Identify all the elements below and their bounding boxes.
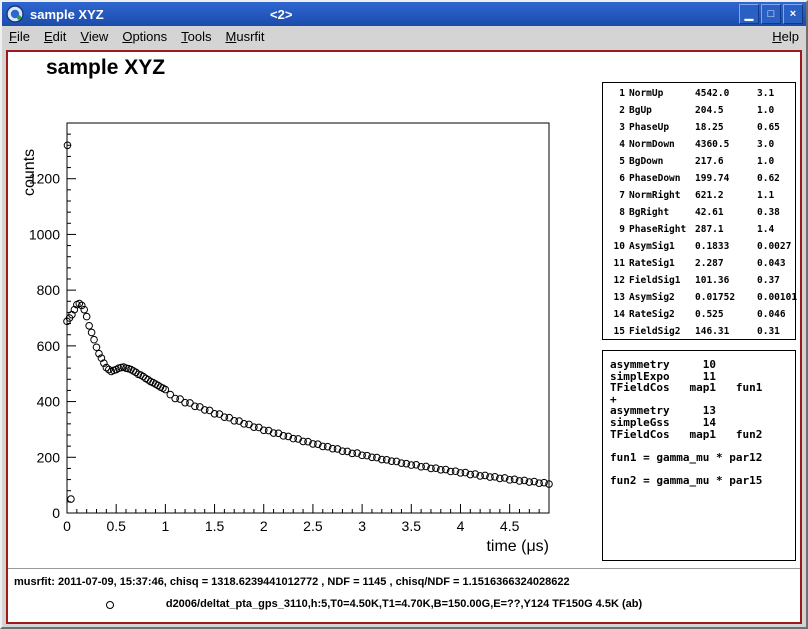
plot-title: sample XYZ	[46, 56, 165, 80]
fit-parameters-pad[interactable]: 1NormUp4542.03.12BgUp204.51.03PhaseUp18.…	[602, 82, 796, 340]
close-button[interactable]: ×	[783, 4, 803, 24]
menu-item-file[interactable]: File	[2, 26, 37, 47]
svg-text:1: 1	[161, 518, 169, 534]
svg-text:600: 600	[37, 338, 61, 354]
param-row: 10AsymSig10.18330.0027	[607, 238, 791, 255]
maximize-button[interactable]: □	[761, 4, 781, 24]
svg-text:0: 0	[63, 518, 71, 534]
svg-text:2: 2	[260, 518, 268, 534]
svg-text:0.5: 0.5	[106, 518, 126, 534]
menu-item-tools[interactable]: Tools	[174, 26, 218, 47]
param-row: 2BgUp204.51.0	[607, 102, 791, 119]
fit-info-pad: musrfit: 2011-07-09, 15:37:46, chisq = 1…	[8, 568, 800, 622]
close-icon: ×	[790, 8, 796, 20]
title-bar[interactable]: sample XYZ <2> ▁ □ ×	[2, 2, 806, 26]
legend: d2006/deltat_pta_gps_3110,h:5,T0=4.50K,T…	[8, 598, 800, 614]
canvas-area: sample XYZ 0 0.5 1 1.5 2 2.5 3 3.5 4 4.5 0 200 400 60…	[2, 47, 806, 627]
plot-frame	[67, 123, 549, 513]
menu-item-help[interactable]: Help	[765, 26, 806, 47]
svg-text:2.5: 2.5	[303, 518, 323, 534]
main-plot[interactable]: 00.511.522.533.544.502004006008001000120…	[8, 104, 568, 564]
svg-text:time (μs): time (μs)	[486, 538, 549, 555]
param-row: 11RateSig12.2870.043	[607, 255, 791, 272]
root-canvas[interactable]: sample XYZ 0 0.5 1 1.5 2 2.5 3 3.5 4 4.5 0 200 400 60…	[6, 50, 802, 624]
svg-text:3.5: 3.5	[402, 518, 422, 534]
param-row: 8BgRight42.610.38	[607, 204, 791, 221]
window-controls: ▁ □ ×	[739, 4, 803, 24]
param-row: 6PhaseDown199.740.62	[607, 170, 791, 187]
svg-text:4.5: 4.5	[500, 518, 520, 534]
fit-status-line: musrfit: 2011-07-09, 15:37:46, chisq = 1…	[8, 569, 800, 588]
param-row: 3PhaseUp18.250.65	[607, 119, 791, 136]
app-icon[interactable]	[6, 5, 24, 23]
svg-text:3: 3	[358, 518, 366, 534]
menu-item-options[interactable]: Options	[115, 26, 174, 47]
maximize-icon: □	[768, 8, 775, 20]
param-row: 1NormUp4542.03.1	[607, 85, 791, 102]
window-title: sample XYZ	[30, 7, 104, 22]
svg-text:400: 400	[37, 394, 61, 410]
param-row: 14RateSig20.5250.046	[607, 306, 791, 323]
svg-text:200: 200	[37, 449, 61, 465]
menu-item-view[interactable]: View	[73, 26, 115, 47]
param-row: 4NormDown4360.53.0	[607, 136, 791, 153]
menu-left-group: FileEditViewOptionsToolsMusrfit	[2, 26, 272, 47]
svg-text:counts: counts	[21, 149, 38, 196]
minimize-button[interactable]: ▁	[739, 4, 759, 24]
menu-item-edit[interactable]: Edit	[37, 26, 73, 47]
svg-text:4: 4	[457, 518, 465, 534]
svg-text:1000: 1000	[29, 226, 60, 242]
param-row: 5BgDown217.61.0	[607, 153, 791, 170]
menu-right-group: Help	[765, 26, 806, 47]
data-marker-icon	[106, 601, 114, 609]
menu-bar: FileEditViewOptionsToolsMusrfit Help	[2, 26, 806, 47]
minimize-icon: ▁	[745, 8, 753, 21]
param-row: 9PhaseRight287.11.4	[607, 221, 791, 238]
param-row: 7NormRight621.21.1	[607, 187, 791, 204]
svg-text:0: 0	[52, 505, 60, 521]
application-window: sample XYZ <2> ▁ □ × FileEditViewOptions…	[0, 0, 808, 629]
menu-item-musrfit[interactable]: Musrfit	[219, 26, 272, 47]
param-row: 12FieldSig1101.360.37	[607, 272, 791, 289]
svg-text:800: 800	[37, 282, 61, 298]
legend-text: d2006/deltat_pta_gps_3110,h:5,T0=4.50K,T…	[8, 598, 800, 610]
theory-pad[interactable]: asymmetry 10 simplExpo 11 TFieldCos map1…	[602, 350, 796, 561]
workspace-indicator: <2>	[270, 7, 292, 22]
param-row: 13AsymSig20.017520.00101	[607, 289, 791, 306]
svg-text:1.5: 1.5	[205, 518, 225, 534]
param-row: 15FieldSig2146.310.31	[607, 323, 791, 340]
